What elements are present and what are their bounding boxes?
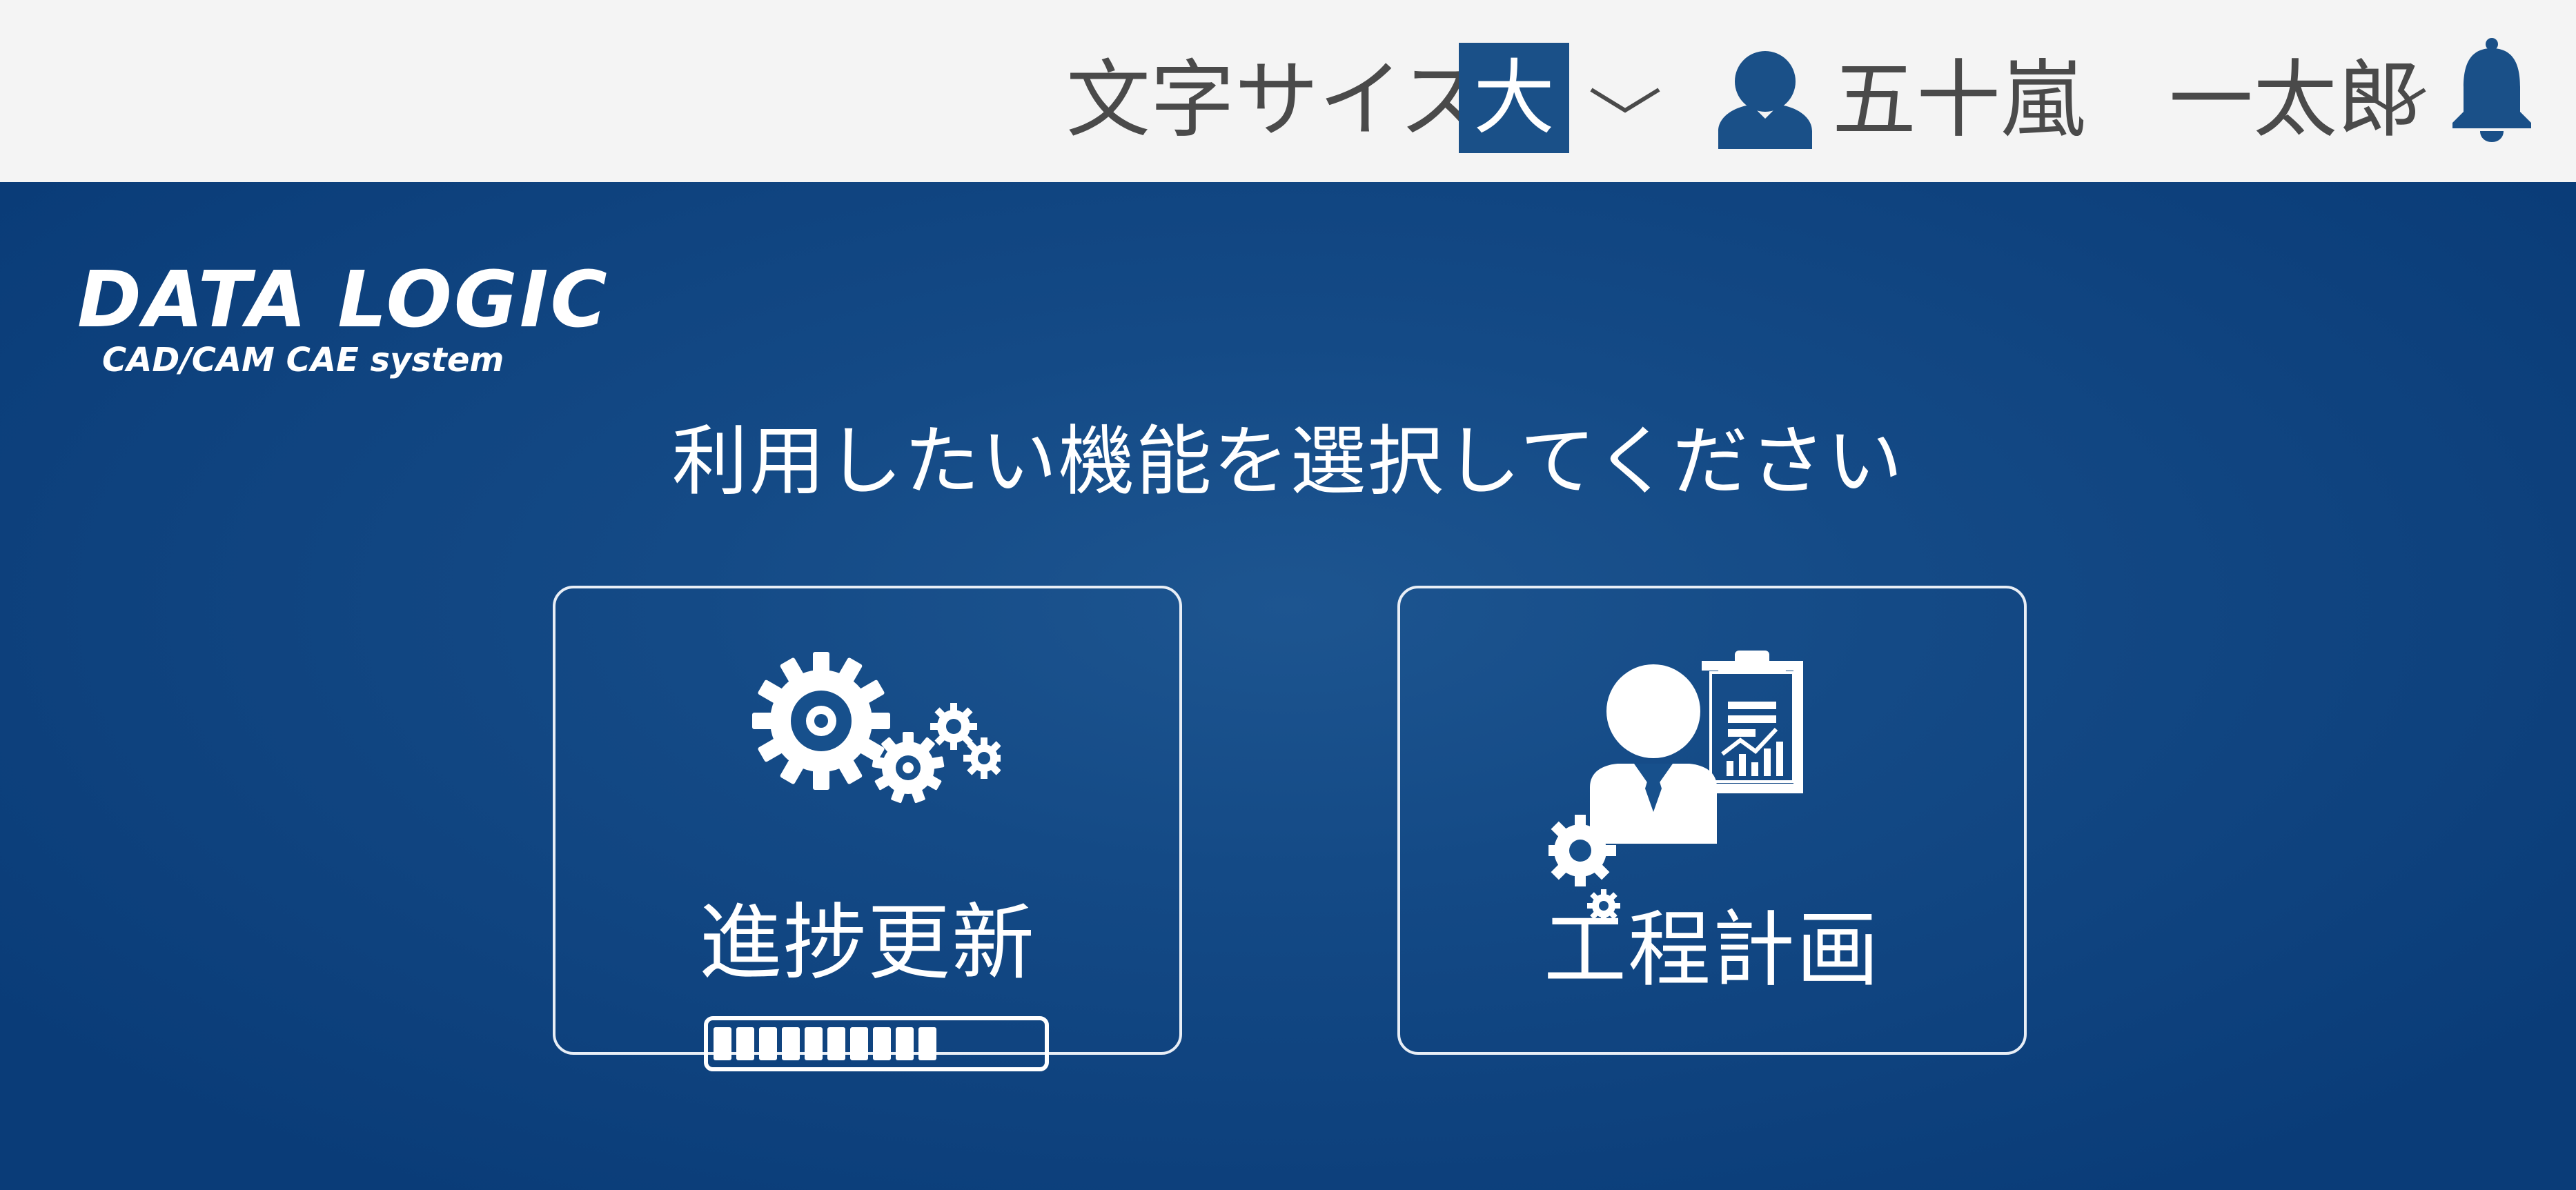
progress-segment <box>805 1027 823 1060</box>
progress-update-button[interactable]: 進捗更新 <box>553 586 1182 1071</box>
progress-bar-icon <box>704 1016 1049 1071</box>
progress-update-label: 進捗更新 <box>699 895 1036 991</box>
logo-title: DATA LOGIC <box>77 255 609 345</box>
app-logo: DATA LOGIC CAD/CAM CAE system <box>77 259 609 379</box>
logo-subtitle: CAD/CAM CAE system <box>102 341 504 379</box>
instruction-text: 利用したい機能を選択してください <box>671 417 1905 506</box>
progress-segment <box>873 1027 891 1060</box>
chevron-down-icon[interactable] <box>2353 81 2429 120</box>
progress-segment <box>714 1027 731 1060</box>
font-size-label: 文字サイズ <box>1066 51 1485 149</box>
font-size-selector[interactable]: 大 <box>1459 43 1569 153</box>
progress-segment <box>918 1027 936 1060</box>
gears-progress-icon <box>752 652 1001 804</box>
top-bar: 文字サイズ 大 五十嵐 一太郎 <box>0 0 2576 182</box>
progress-segment <box>850 1027 868 1060</box>
user-icon[interactable] <box>1717 48 1813 149</box>
progress-segment <box>782 1027 800 1060</box>
process-plan-label: 工程計画 <box>1544 902 1880 998</box>
chevron-down-icon[interactable] <box>1587 81 1663 120</box>
progress-segment <box>736 1027 754 1060</box>
process-plan-button[interactable]: 工程計画 <box>1397 586 2027 1055</box>
progress-segment <box>896 1027 914 1060</box>
bell-icon[interactable] <box>2448 37 2535 142</box>
user-name[interactable]: 五十嵐 一太郎 <box>1832 34 2421 166</box>
main-area: DATA LOGIC CAD/CAM CAE system 利用したい機能を選択… <box>0 182 2576 1190</box>
progress-segment <box>759 1027 777 1060</box>
businessman-chart-icon <box>1548 651 1803 922</box>
progress-segment <box>827 1027 845 1060</box>
